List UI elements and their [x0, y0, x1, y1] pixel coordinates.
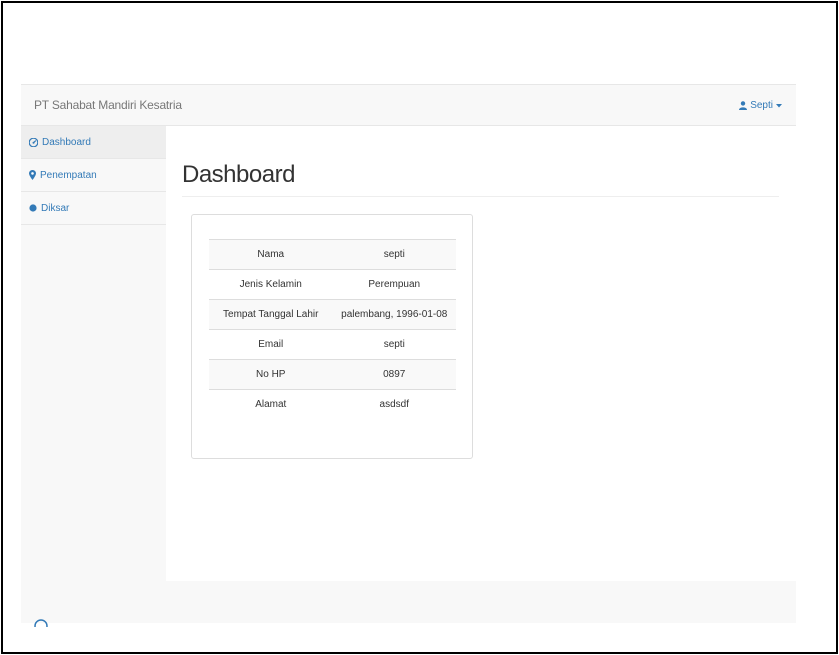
row-value: asdsdf	[379, 399, 409, 411]
circle-icon	[29, 204, 37, 212]
navbar-brand[interactable]: PT Sahabat Mandiri Kesatria	[34, 98, 182, 112]
main-content: Dashboard Nama septi Jenis Kelamin Perem…	[166, 126, 796, 581]
user-icon	[739, 101, 748, 110]
title-divider	[182, 196, 779, 197]
user-name: Septi	[750, 100, 773, 111]
sidebar-item-penempatan[interactable]: Penempatan	[21, 159, 166, 192]
table-row: Jenis Kelamin Perempuan	[209, 269, 456, 300]
row-label: Alamat	[255, 399, 287, 411]
row-label: Tempat Tanggal Lahir	[223, 309, 319, 320]
table-row: Nama septi	[209, 239, 456, 270]
partial-circle-icon	[34, 619, 48, 627]
sidebar-item-dashboard[interactable]: Dashboard	[21, 126, 166, 159]
sidebar-item-label: Diksar	[41, 202, 70, 214]
row-value: septi	[383, 339, 405, 350]
user-menu-dropdown[interactable]: Septi	[739, 100, 782, 111]
profile-panel: Nama septi Jenis Kelamin Perempuan Tempa…	[191, 214, 473, 459]
footer-strip	[21, 581, 796, 623]
row-label: Email	[258, 339, 284, 350]
row-value: Perempuan	[368, 279, 421, 290]
table-row: No HP 0897	[209, 359, 456, 390]
row-label: No HP	[256, 369, 286, 380]
table-row: Email septi	[209, 329, 456, 360]
page-title: Dashboard	[182, 161, 295, 188]
sidebar-item-label: Penempatan	[40, 169, 97, 181]
table-row: Alamat asdsdf	[209, 389, 456, 420]
map-marker-icon	[29, 170, 36, 180]
row-value: palembang, 1996-01-08	[341, 309, 448, 320]
table-row: Tempat Tanggal Lahir palembang, 1996-01-…	[209, 299, 456, 330]
app-window: PT Sahabat Mandiri Kesatria Septi Dashbo…	[21, 84, 796, 623]
dashboard-icon	[29, 137, 38, 147]
profile-table: Nama septi Jenis Kelamin Perempuan Tempa…	[209, 239, 456, 420]
sidebar-item-diksar[interactable]: Diksar	[21, 192, 166, 225]
row-value: septi	[383, 249, 405, 260]
caret-down-icon	[776, 103, 782, 108]
row-label: Jenis Kelamin	[239, 279, 302, 290]
row-value: 0897	[383, 369, 406, 380]
sidebar-item-label: Dashboard	[42, 136, 91, 148]
top-navbar: PT Sahabat Mandiri Kesatria Septi	[21, 84, 796, 126]
row-label: Nama	[257, 249, 285, 260]
sidebar: Dashboard Penempatan Diksar	[21, 126, 166, 581]
